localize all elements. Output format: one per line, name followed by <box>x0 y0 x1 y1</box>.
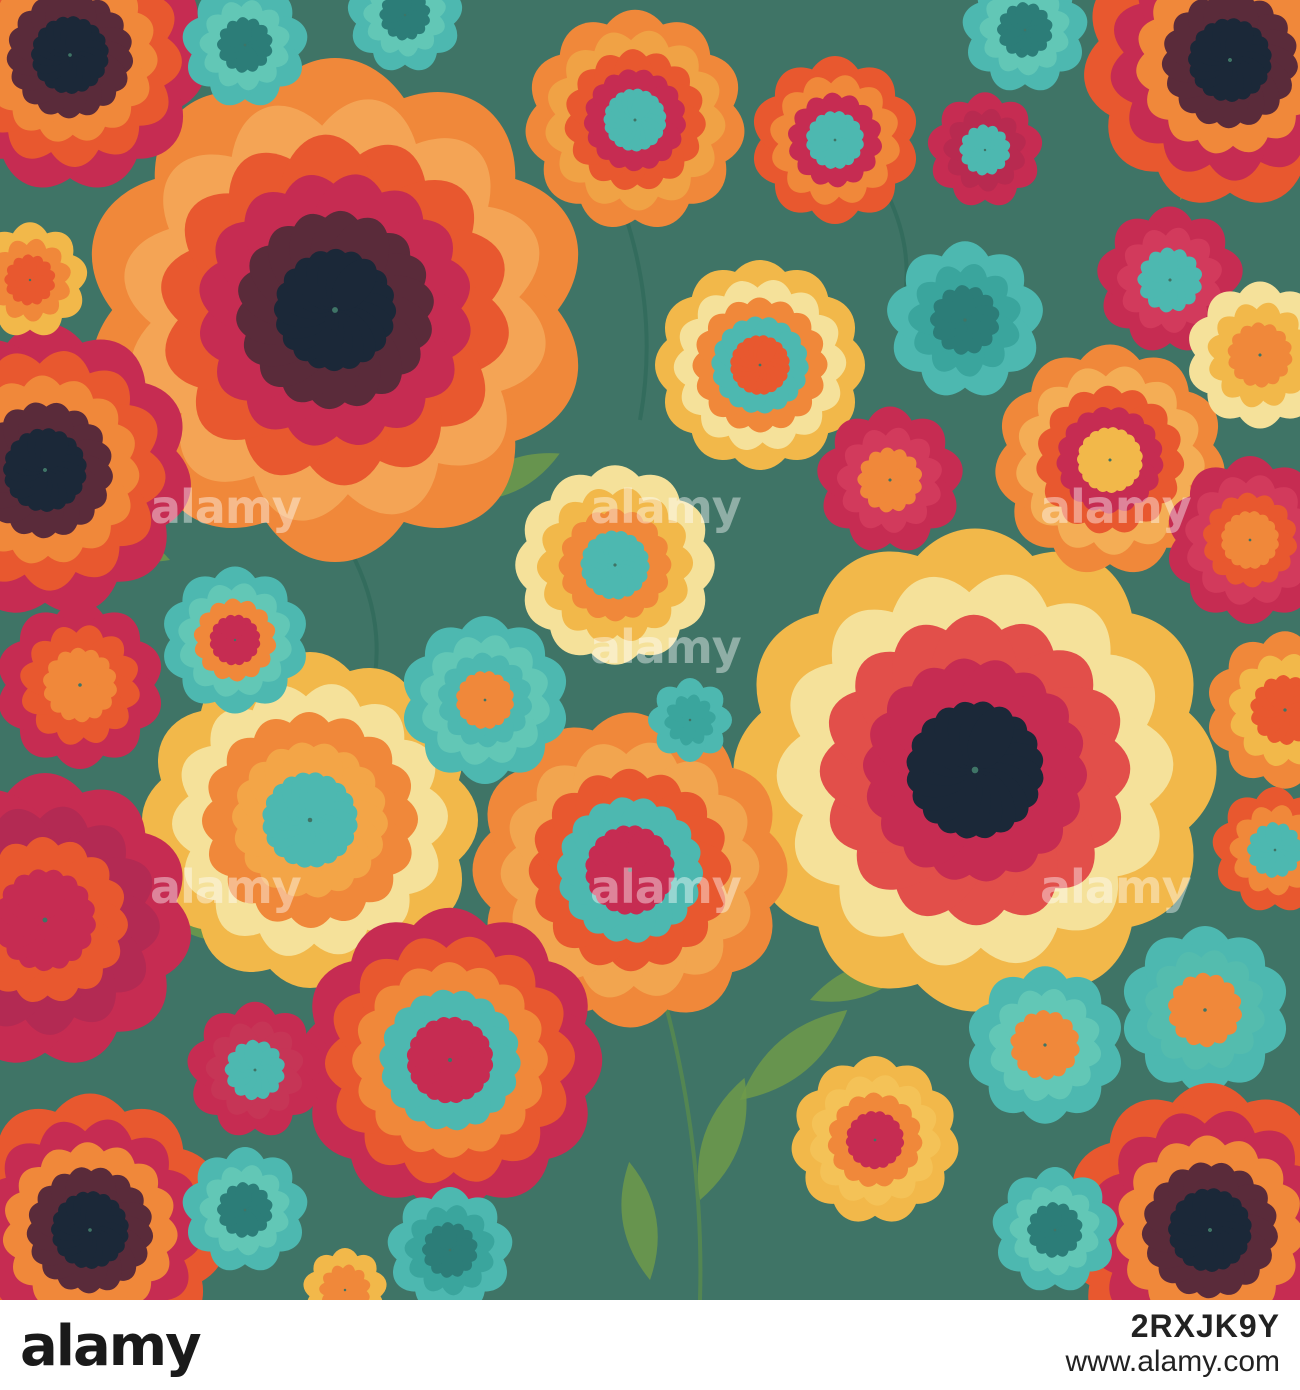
alamy-logo[interactable]: alamy <box>20 1314 202 1379</box>
stock-footer-bar: alamy 2RXJK9Y www.alamy.com <box>0 1300 1300 1390</box>
footer-meta: 2RXJK9Y www.alamy.com <box>1066 1308 1280 1379</box>
image-id: 2RXJK9Y <box>1130 1308 1280 1344</box>
floral-pattern-image: alamy alamy alamy alamy alamy alamy alam… <box>0 0 1300 1300</box>
site-url[interactable]: www.alamy.com <box>1066 1345 1280 1379</box>
